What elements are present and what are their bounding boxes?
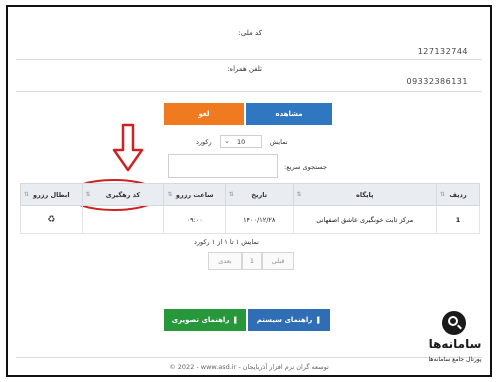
phone-label: تلفن همراه:: [227, 65, 262, 73]
visual-guide-button[interactable]: ❚راهنمای تصویری: [164, 309, 246, 331]
page-size-value: 10: [237, 138, 246, 146]
recycle-icon[interactable]: ♻: [47, 215, 55, 225]
cell-date: ۱۴۰۰/۱۲/۲۸: [224, 205, 294, 234]
red-arrow-annotation: [112, 123, 144, 172]
national-code-underline: [16, 59, 482, 60]
footer-divider: [16, 357, 482, 358]
previous-page-button[interactable]: قبلی: [262, 252, 294, 270]
logo-magnifier-handle: [457, 324, 462, 330]
page-frame: کد ملی: 127132744 تلفن همراه: 0933238613…: [6, 5, 492, 377]
next-page-button[interactable]: بعدی: [208, 252, 242, 270]
col-header-row-number[interactable]: ردیف ⇅: [435, 183, 481, 206]
cell-tracking-code: [81, 205, 165, 234]
watermark-tagline: پورتال جامع سامانه‌ها: [428, 356, 482, 363]
bookmark-icon: ❚: [232, 316, 239, 324]
sort-icon: ⇅: [24, 191, 30, 198]
sort-icon: ⇅: [167, 191, 173, 198]
phone-value: 09332386131: [406, 77, 468, 86]
footer-copyright: © 2022 - www.asd.ir - توسعه گران نرم افز…: [169, 363, 329, 371]
cancel-button[interactable]: لغو: [164, 103, 244, 125]
national-code-label: کد ملی:: [238, 29, 263, 37]
col-header-time[interactable]: ساعت رزرو ⇅: [163, 183, 226, 206]
col-header-date[interactable]: تاریخ ⇅: [224, 183, 294, 206]
table-row: 1 مرکز ثابت خونگیری عاشق اصفهانی ۱۴۰۰/۱۲…: [20, 205, 481, 234]
show-label: نمایش: [270, 138, 288, 146]
col-header-cancel[interactable]: ابطال رزرو ⇅: [20, 183, 83, 206]
search-label: جستجوی سریع:: [284, 163, 327, 171]
system-guide-label: راهنمای سیستم: [256, 316, 313, 324]
sort-icon: ⇅: [439, 191, 445, 198]
cell-center: مرکز ثابت خونگیری عاشق اصفهانی: [292, 205, 437, 234]
view-button[interactable]: مشاهده: [246, 103, 332, 125]
watermark-logo: سامانه‌ها پورتال جامع سامانه‌ها: [420, 307, 490, 373]
sort-icon: ⇅: [228, 191, 234, 198]
national-code-value: 127132744: [417, 47, 468, 56]
cell-time: ۰۹:۰۰: [163, 205, 226, 234]
records-label: رکورد: [196, 138, 212, 146]
sort-icon: ⇅: [85, 191, 91, 198]
search-input[interactable]: [168, 154, 278, 178]
system-guide-button[interactable]: ❚راهنمای سیستم: [248, 309, 330, 331]
bookmark-icon: ❚: [315, 316, 322, 324]
chevron-down-icon: ⌄: [224, 137, 230, 145]
phone-underline: [16, 91, 482, 92]
page-size-select[interactable]: 10 ⌄: [220, 135, 262, 148]
cell-row-number: 1: [435, 205, 481, 234]
page-number-button[interactable]: 1: [242, 252, 262, 270]
sort-icon: ⇅: [296, 191, 302, 198]
col-header-tracking-code[interactable]: کد رهگیری ⇅: [81, 183, 165, 206]
visual-guide-label: راهنمای تصویری: [171, 316, 230, 324]
watermark-brand: سامانه‌ها: [428, 337, 482, 351]
logo-icon: [442, 311, 466, 335]
reservations-table: ردیف ⇅ پایگاه ⇅ تاریخ ⇅ ساعت رزرو ⇅ کد رهگیر…: [20, 183, 481, 234]
table-info: نمایش ۱ تا ۱ از ۱ رکورد: [194, 238, 259, 246]
col-header-center[interactable]: پایگاه ⇅: [292, 183, 437, 206]
table-header-row: ردیف ⇅ پایگاه ⇅ تاریخ ⇅ ساعت رزرو ⇅ کد رهگیر…: [20, 183, 481, 206]
cell-cancel: ♻: [20, 205, 83, 234]
